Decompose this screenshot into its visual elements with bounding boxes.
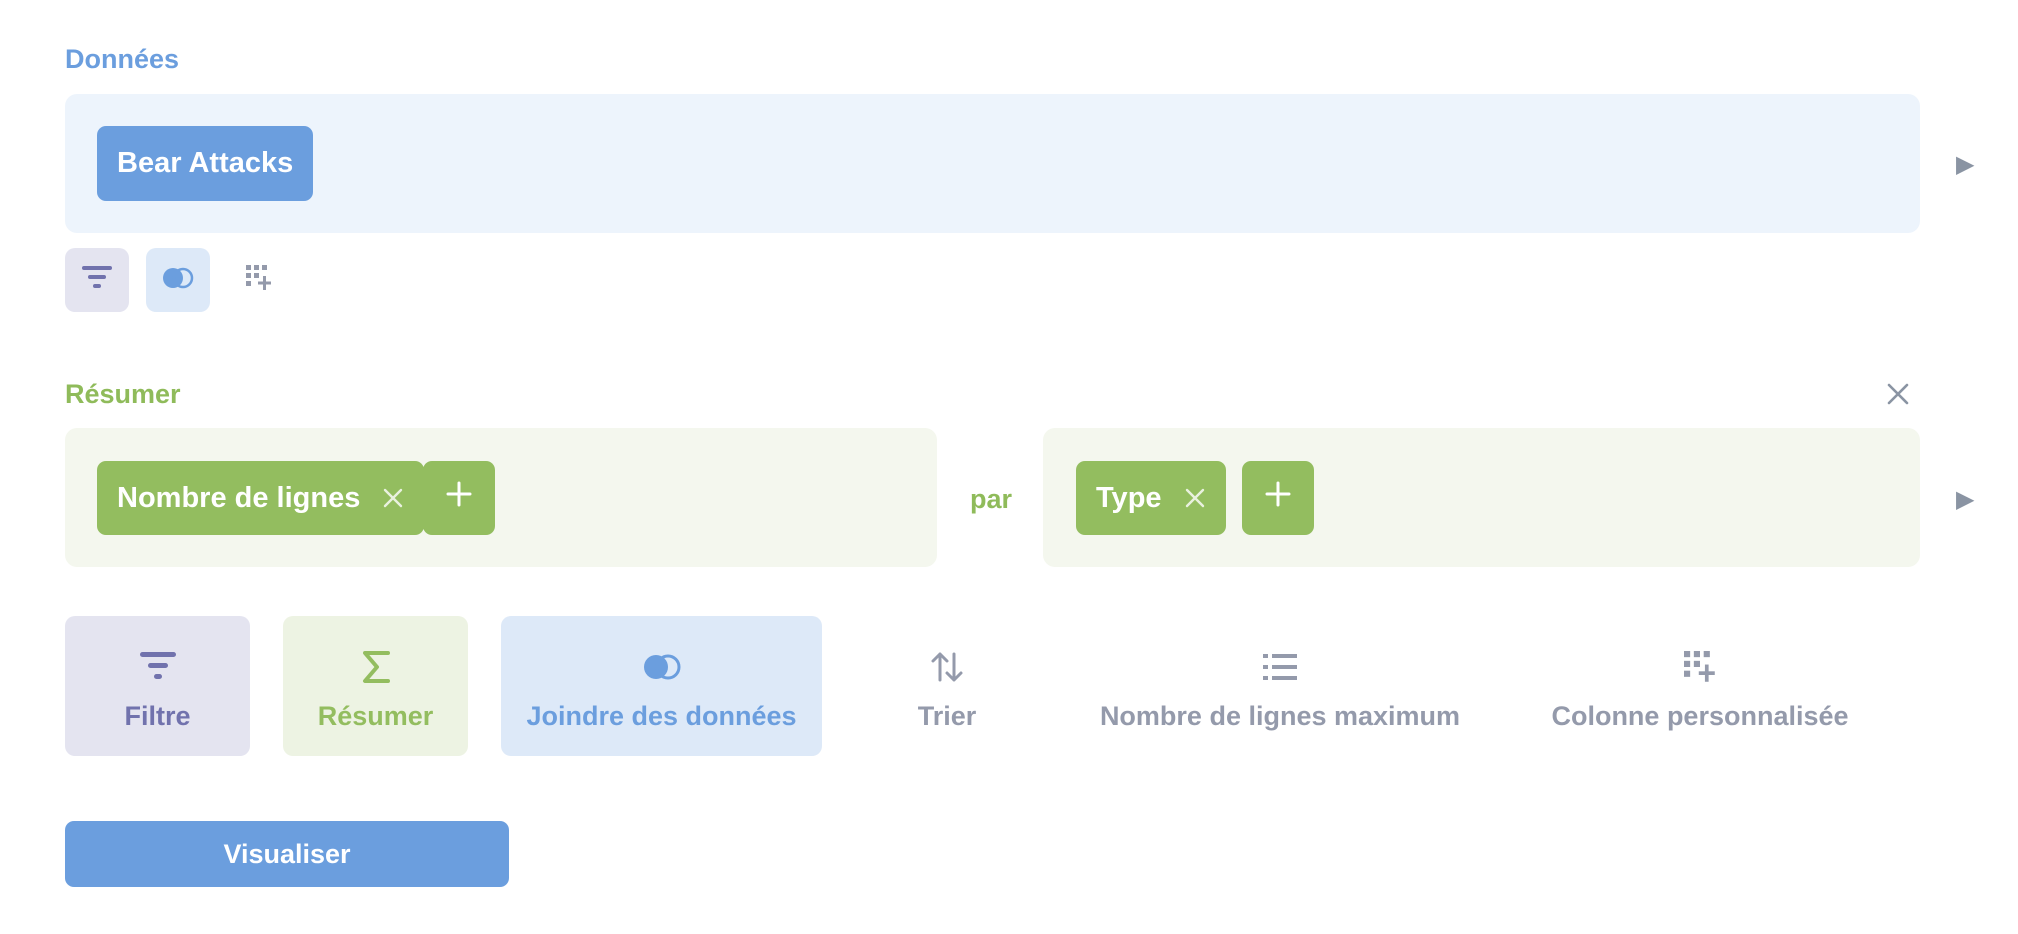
filter-action-label: Filtre	[124, 700, 191, 731]
summarize-section-title: Résumer	[65, 379, 181, 409]
sort-action-label: Trier	[917, 700, 977, 731]
remove-metric-icon[interactable]	[382, 487, 404, 509]
data-source-box[interactable]	[65, 94, 1920, 233]
filter-mini-button[interactable]	[65, 248, 129, 312]
join-icon	[162, 267, 194, 294]
limit-action-label: Nombre de lignes maximum	[1099, 700, 1461, 731]
limit-action-button[interactable]: Nombre de lignes maximum	[1090, 616, 1470, 756]
play-arrow-icon[interactable]: ▶	[1956, 150, 1974, 179]
breakout-pill[interactable]: Type	[1076, 461, 1226, 535]
plus-icon	[446, 481, 472, 515]
join-icon	[643, 647, 681, 687]
custom-column-action-button[interactable]: Colonne personnalisée	[1540, 616, 1860, 756]
custom-column-mini-button[interactable]	[227, 248, 291, 312]
breakout-label: Type	[1096, 481, 1162, 514]
summarize-action-label: Résumer	[317, 700, 434, 731]
metric-label: Nombre de lignes	[117, 481, 361, 514]
sort-action-button[interactable]: Trier	[872, 616, 1022, 756]
plus-icon	[1265, 481, 1291, 515]
play-arrow-icon[interactable]: ▶	[1956, 485, 1974, 514]
sigma-icon	[361, 647, 391, 687]
remove-breakout-icon[interactable]	[1184, 487, 1206, 509]
close-icon[interactable]	[1886, 382, 1910, 411]
summarize-action-button[interactable]: Résumer	[283, 616, 468, 756]
filter-icon	[139, 647, 176, 687]
custom-column-icon	[1684, 647, 1716, 687]
data-section-title: Données	[65, 44, 180, 74]
sort-icon	[930, 647, 964, 687]
table-pill[interactable]: Bear Attacks	[97, 126, 314, 201]
add-breakout-button[interactable]	[1242, 461, 1314, 535]
join-action-label: Joindre des données	[526, 700, 797, 731]
join-action-button[interactable]: Joindre des données	[501, 616, 822, 756]
custom-column-icon	[246, 264, 272, 296]
by-label: par	[970, 484, 1013, 514]
list-icon	[1263, 647, 1297, 687]
filter-icon	[82, 265, 112, 295]
metric-pill[interactable]: Nombre de lignes	[97, 461, 425, 535]
filter-action-button[interactable]: Filtre	[65, 616, 250, 756]
add-metric-button[interactable]	[423, 461, 495, 535]
join-mini-button[interactable]	[146, 248, 210, 312]
visualize-button[interactable]: Visualiser	[65, 821, 509, 887]
custom-column-action-label: Colonne personnalisée	[1551, 700, 1849, 731]
